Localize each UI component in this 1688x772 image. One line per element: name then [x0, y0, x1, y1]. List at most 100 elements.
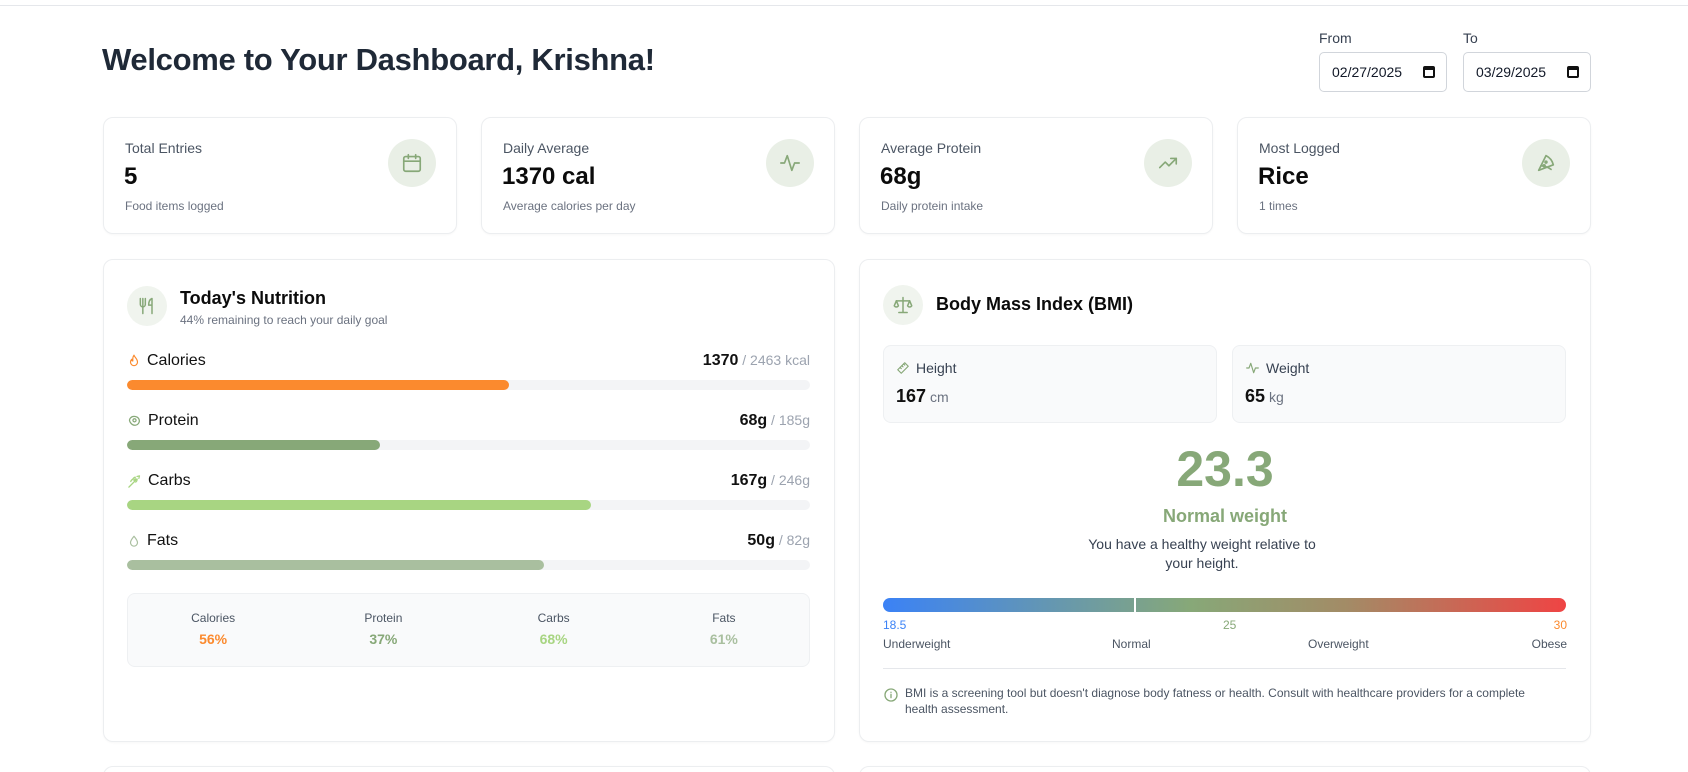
- progress-fill: [127, 560, 544, 570]
- height-value-row: 167 cm: [896, 386, 949, 407]
- progress-bar: [127, 440, 810, 450]
- progress-fill: [127, 380, 510, 390]
- tick-obese: 30: [1553, 618, 1567, 632]
- next-card-right: [859, 766, 1591, 772]
- stat-label: Total Entries: [125, 140, 203, 156]
- height-box: Height 167 cm: [883, 345, 1217, 423]
- nutrient-row-calories: Calories 1370 / 2463 kcal: [127, 352, 810, 392]
- stat-card-average-protein: Average Protein 68g Daily protein intake: [859, 117, 1213, 234]
- nutrient-name: Fats: [127, 532, 178, 550]
- ruler-icon: [897, 362, 909, 374]
- summary-fats: Fats 61%: [639, 594, 809, 666]
- nutrient-amount: 1370 / 2463 kcal: [703, 352, 810, 370]
- stat-sub: Food items logged: [125, 199, 224, 213]
- nutrient-name: Calories: [127, 352, 206, 370]
- summary-label: Carbs: [537, 611, 570, 625]
- summary-calories: Calories 56%: [128, 594, 298, 666]
- amount-value: 167g: [730, 472, 768, 489]
- bmi-value: 23.3: [1176, 441, 1274, 497]
- stat-card-total-entries: Total Entries 5 Food items logged: [103, 117, 457, 234]
- droplet-icon: [129, 535, 139, 547]
- summary-value: 68%: [539, 631, 568, 647]
- height-label: Height: [916, 360, 957, 376]
- nutrient-name: Protein: [127, 412, 199, 430]
- flame-icon: [129, 354, 139, 367]
- range-overweight: Overweight: [1308, 637, 1369, 651]
- nutrient-row-carbs: Carbs 167g / 246g: [127, 472, 810, 512]
- to-label: To: [1463, 30, 1478, 46]
- weight-value: 65: [1245, 386, 1266, 406]
- bmi-scale-bar: [883, 598, 1566, 612]
- next-card-left: [103, 766, 835, 772]
- weight-value-row: 65 kg: [1245, 386, 1284, 407]
- from-date-input[interactable]: 02/27/2025: [1319, 52, 1447, 92]
- stat-label: Most Logged: [1259, 140, 1340, 156]
- from-label: From: [1319, 30, 1352, 46]
- stat-sub: Daily protein intake: [881, 199, 984, 213]
- nutrition-title: Today's Nutrition: [180, 288, 326, 308]
- to-date-group: To 03/29/2025: [1463, 30, 1591, 92]
- trending-up-icon: [1144, 139, 1192, 187]
- progress-bar: [127, 560, 810, 570]
- amount-goal: / 2463 kcal: [738, 352, 810, 368]
- nutrient-amount: 50g / 82g: [747, 532, 810, 550]
- stat-value: 68g: [880, 163, 922, 190]
- bmi-divider: [883, 668, 1566, 669]
- bmi-card: Body Mass Index (BMI) Height 167 cm Weigh…: [859, 259, 1591, 742]
- bmi-description: You have a healthy weight relative to yo…: [1088, 536, 1316, 571]
- weight-box: Weight 65 kg: [1232, 345, 1566, 423]
- bmi-title: Body Mass Index (BMI): [936, 294, 1134, 314]
- nutrition-subtitle: 44% remaining to reach your daily goal: [180, 313, 388, 327]
- nutrition-summary: Calories 56% Protein 37% Carbs 68% Fats …: [127, 593, 810, 667]
- summary-protein: Protein 37%: [298, 594, 468, 666]
- from-date-value: 02/27/2025: [1332, 64, 1403, 80]
- stat-card-most-logged: Most Logged Rice 1 times: [1237, 117, 1591, 234]
- tick-underweight: 18.5: [883, 618, 907, 632]
- weight-label-row: Weight: [1245, 360, 1309, 376]
- stat-card-daily-average: Daily Average 1370 cal Average calories …: [481, 117, 835, 234]
- calendar-picker-icon[interactable]: [1567, 66, 1579, 78]
- summary-value: 37%: [369, 631, 398, 647]
- summary-label: Calories: [191, 611, 236, 625]
- nutrient-label: Calories: [147, 352, 206, 369]
- page-title: Welcome to Your Dashboard, Krishna!: [102, 42, 655, 77]
- bmi-note-text: BMI is a screening tool but doesn't diag…: [905, 686, 1525, 716]
- summary-value: 61%: [709, 631, 738, 647]
- summary-carbs: Carbs 68%: [469, 594, 639, 666]
- stat-value: Rice: [1258, 163, 1309, 190]
- info-icon: [884, 688, 898, 702]
- wheat-icon: [128, 474, 141, 488]
- scale-icon: [883, 285, 923, 325]
- amount-value: 68g: [739, 412, 768, 429]
- calendar-picker-icon[interactable]: [1423, 66, 1435, 78]
- from-date-group: From 02/27/2025: [1319, 30, 1447, 92]
- amount-value: 50g: [747, 532, 775, 549]
- height-unit: cm: [930, 389, 949, 405]
- nutrient-amount: 68g / 185g: [740, 412, 810, 430]
- amount-goal: / 246g: [767, 472, 810, 488]
- bmi-category: Normal weight: [1162, 506, 1287, 526]
- progress-bar: [127, 500, 810, 510]
- to-date-value: 03/29/2025: [1476, 64, 1547, 80]
- progress-fill: [127, 500, 592, 510]
- progress-fill: [127, 440, 380, 450]
- summary-label: Fats: [712, 611, 736, 625]
- amount-value: 1370: [702, 352, 739, 369]
- nutrient-amount: 167g / 246g: [731, 472, 810, 490]
- activity-icon: [1246, 362, 1259, 374]
- beef-icon: [128, 415, 140, 426]
- stat-label: Daily Average: [503, 140, 590, 156]
- to-date-input[interactable]: 03/29/2025: [1463, 52, 1591, 92]
- progress-bar: [127, 380, 810, 390]
- stat-sub: 1 times: [1259, 199, 1298, 213]
- weight-unit: kg: [1269, 389, 1284, 405]
- range-underweight: Underweight: [883, 637, 951, 651]
- nutrient-label: Protein: [148, 412, 199, 429]
- bmi-note: BMI is a screening tool but doesn't diag…: [883, 685, 1566, 717]
- nutrient-label: Fats: [147, 532, 179, 549]
- amount-goal: / 185g: [767, 412, 810, 428]
- top-divider: [0, 5, 1688, 6]
- height-label-row: Height: [896, 360, 956, 376]
- stat-value: 1370 cal: [502, 163, 596, 190]
- pizza-icon: [1522, 139, 1570, 187]
